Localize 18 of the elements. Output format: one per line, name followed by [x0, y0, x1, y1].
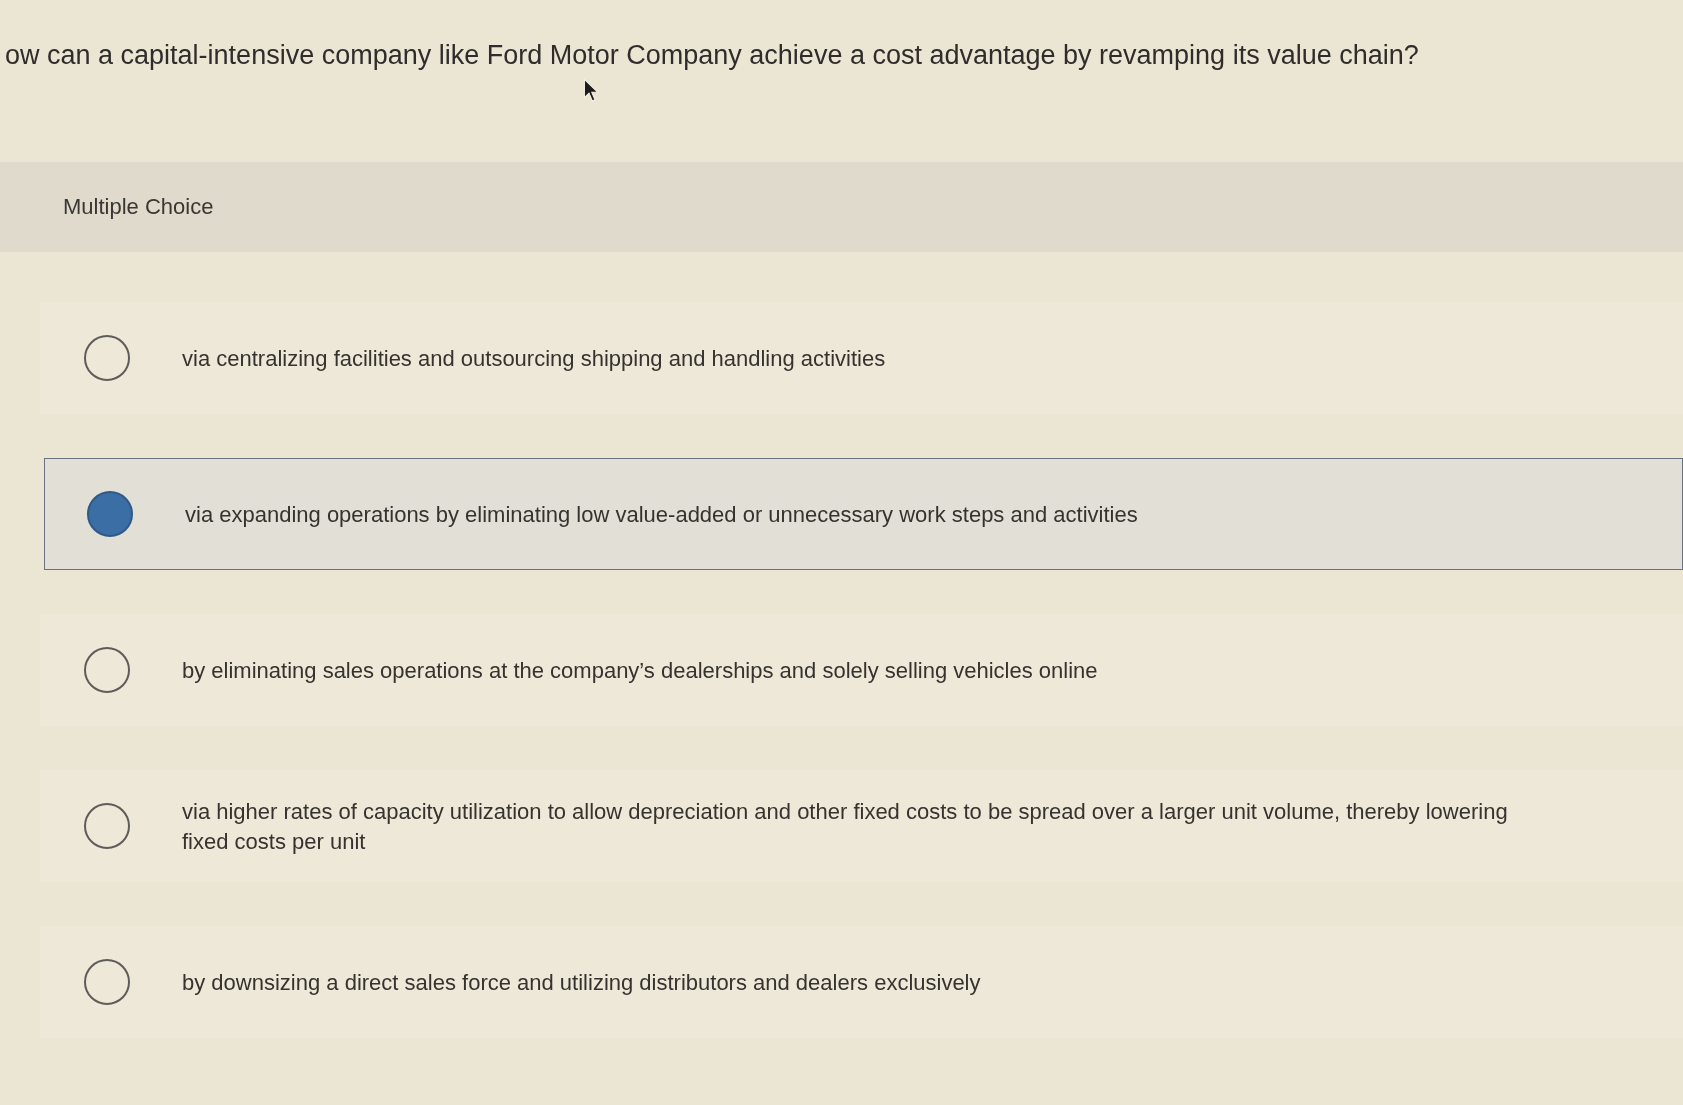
radio-button[interactable]	[84, 647, 130, 693]
answer-option[interactable]: by downsizing a direct sales force and utilizing distributors and dealers exclusively	[40, 926, 1683, 1038]
option-text: by eliminating sales operations at the company’s dealerships and solely selling vehicles online	[182, 657, 1098, 685]
section-label: Multiple Choice	[63, 194, 214, 220]
mouse-pointer-icon	[583, 78, 599, 103]
answer-option[interactable]: via expanding operations by eliminating low value-added or unnecessary work steps and activities	[44, 458, 1683, 570]
radio-button[interactable]	[84, 803, 130, 849]
answer-option[interactable]: via centralizing facilities and outsourcing shipping and handling activities	[40, 302, 1683, 414]
answer-option[interactable]: by eliminating sales operations at the company’s dealerships and solely selling vehicles online	[40, 614, 1683, 726]
option-text: via centralizing facilities and outsourcing shipping and handling activities	[182, 345, 886, 373]
answer-option[interactable]: via higher rates of capacity utilization to allow depreciation and other fixed costs to be spread over a larger unit volume, thereby lowering fixed costs per unit	[40, 770, 1683, 882]
option-text: by downsizing a direct sales force and utilizing distributors and dealers exclusively	[182, 969, 981, 997]
question-text: ow can a capital-intensive company like Ford Motor Company achieve a cost advantage by revamping its value chain?	[5, 40, 1419, 70]
option-text: via higher rates of capacity utilization to allow depreciation and other fixed costs to be spread over a larger unit volume, thereby lowering fixed costs per unit	[182, 798, 1509, 856]
radio-button[interactable]	[84, 959, 130, 1005]
radio-button[interactable]	[84, 335, 130, 381]
option-text: via expanding operations by eliminating low value-added or unnecessary work steps and activities	[185, 501, 1138, 529]
radio-button[interactable]	[87, 491, 133, 537]
